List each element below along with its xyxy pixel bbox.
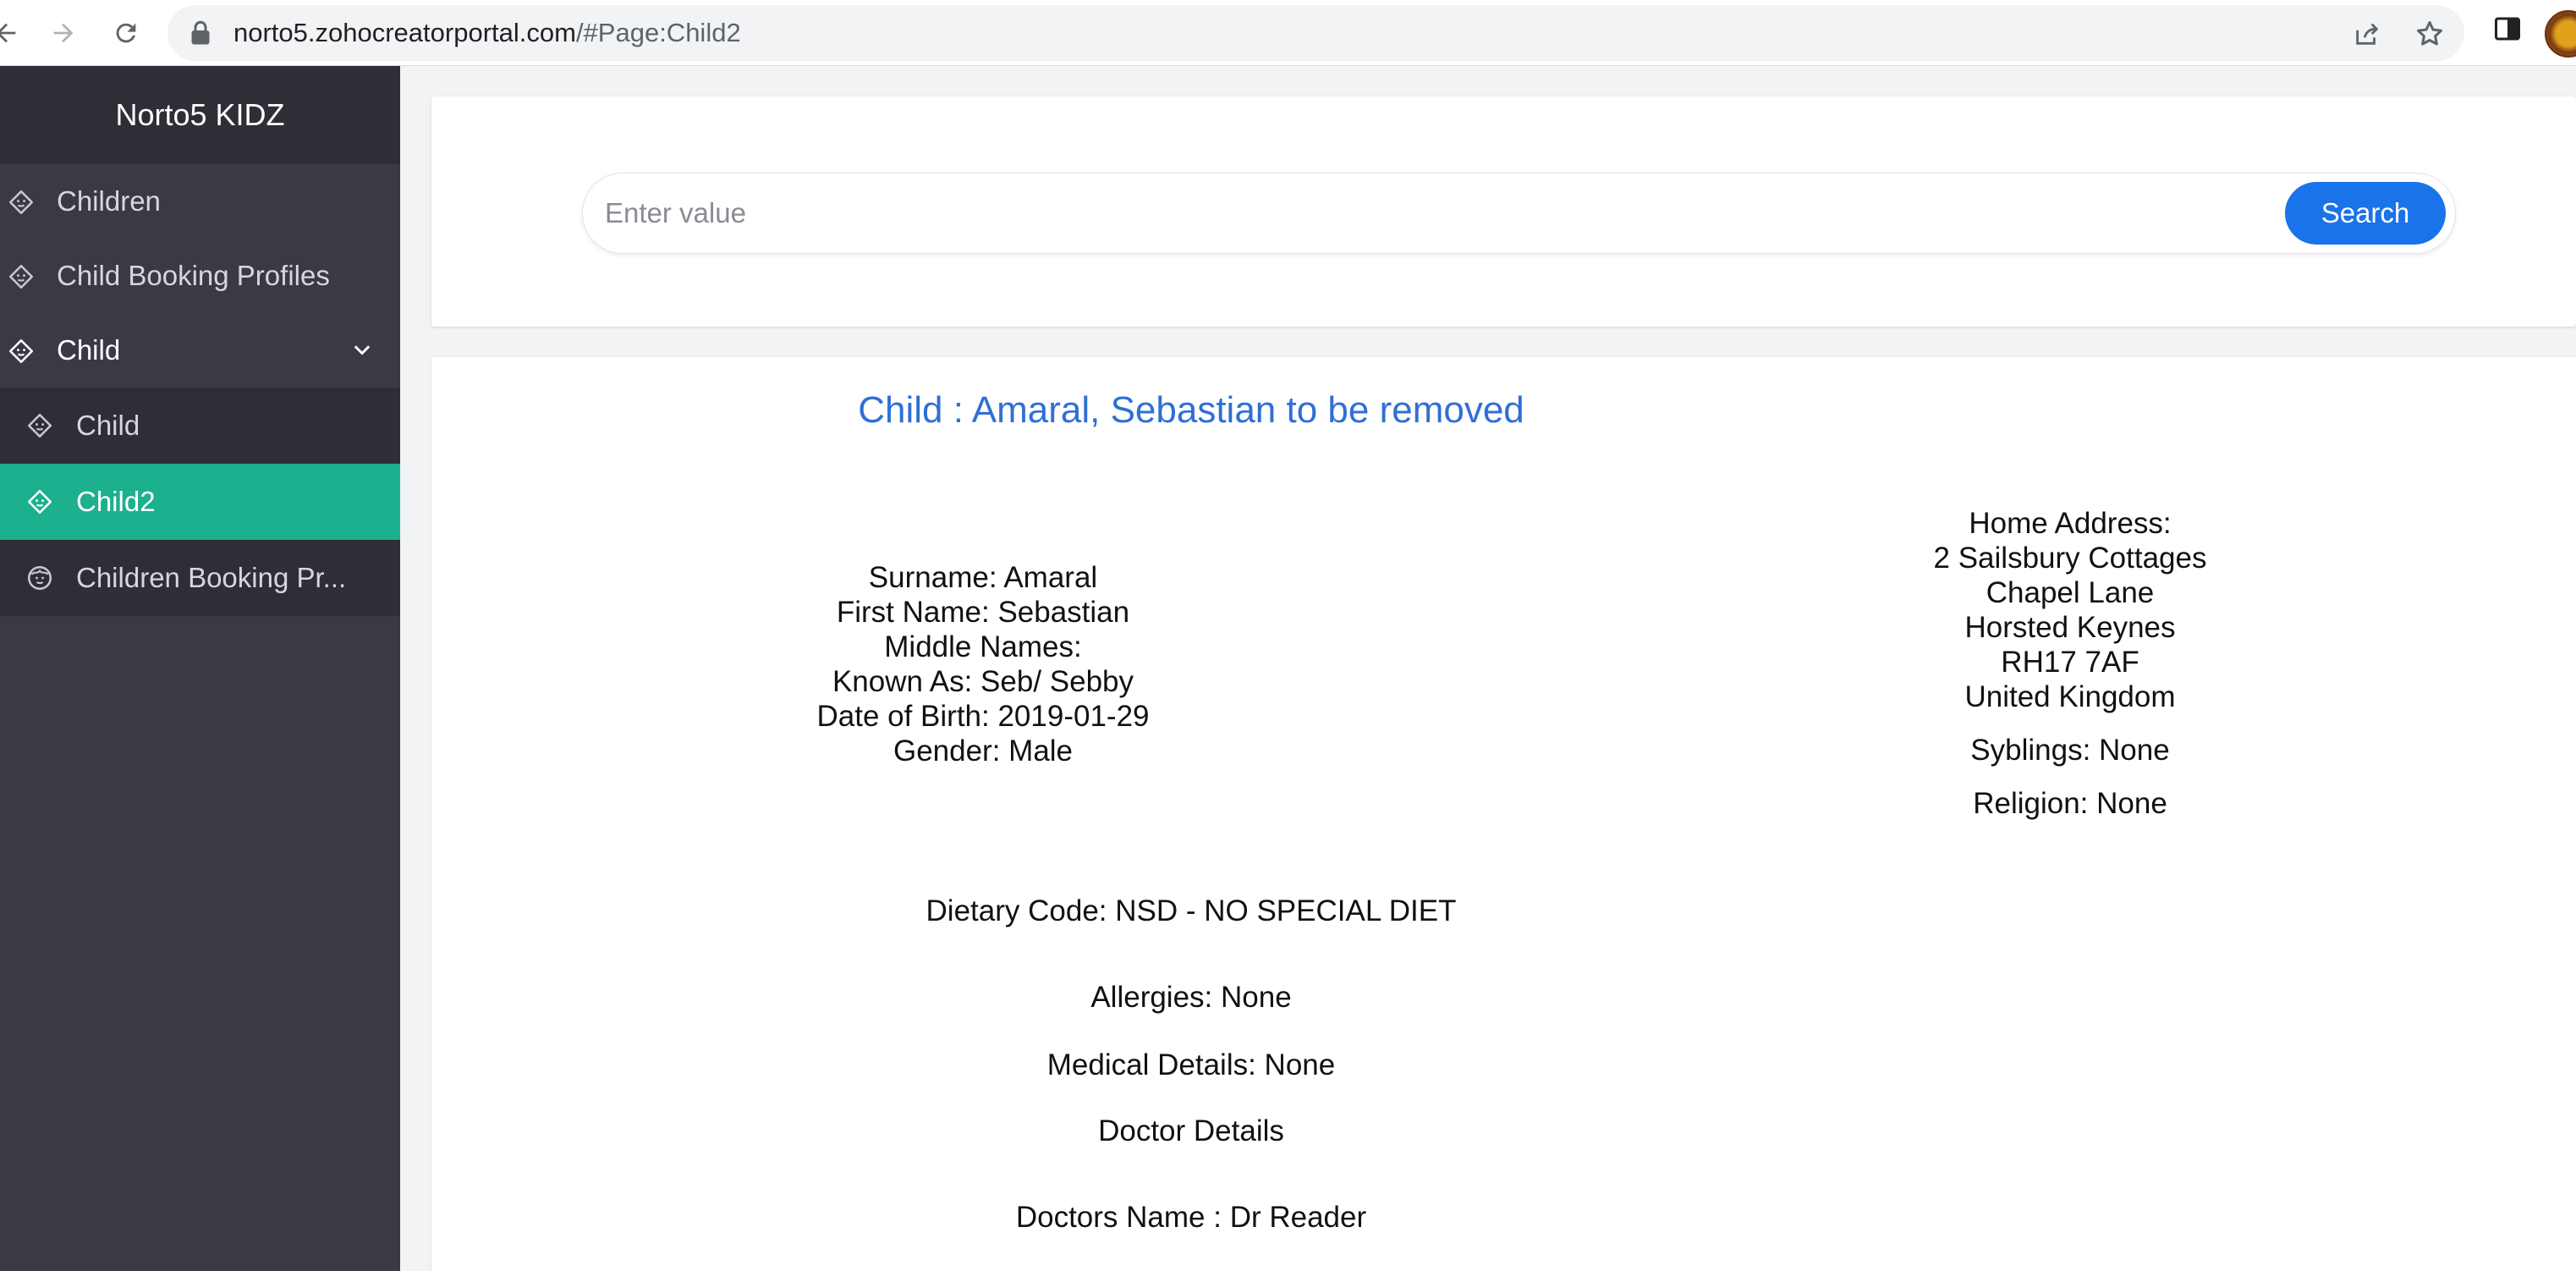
child-face-icon — [8, 338, 34, 364]
home-address-label: Home Address: — [1969, 507, 2172, 540]
search-input[interactable] — [605, 189, 2263, 238]
address-line: Chapel Lane — [1986, 576, 2155, 609]
address-line: Horsted Keynes — [1964, 611, 2176, 644]
url-text: norto5.zohocreatorportal.com/#Page:Child… — [233, 18, 741, 47]
middle-names-text: Middle Names: — [884, 630, 1082, 663]
child-face-icon — [8, 190, 34, 215]
medical-details-text: Medical Details: None — [1046, 1048, 1336, 1081]
forward-icon[interactable] — [42, 12, 85, 54]
sidebar-subitem-child[interactable]: Child — [0, 388, 400, 464]
chevron-down-icon — [354, 345, 371, 355]
first-name-text: First Name: Sebastian — [836, 596, 1130, 629]
bookmark-star-icon[interactable] — [2413, 17, 2447, 51]
doctor-details-heading: Doctor Details — [1098, 1114, 1284, 1147]
address-line: 2 Sailsbury Cottages — [1933, 542, 2207, 575]
sidebar-item-child-booking-profiles[interactable]: Child Booking Profiles — [0, 239, 400, 313]
sidebar-subgroup: Child Child2 Children Booking Pr... — [0, 388, 400, 616]
sidebar-item-child-group[interactable]: Child — [0, 313, 400, 388]
sidebar-item-children[interactable]: Children — [0, 164, 400, 239]
address-line: United Kingdom — [1964, 680, 2176, 713]
sidebar-subitem-child2[interactable]: Child2 — [0, 464, 400, 540]
share-icon[interactable] — [2350, 17, 2384, 51]
back-icon[interactable] — [0, 12, 27, 54]
sidebar-item-label: Child Booking Profiles — [57, 260, 330, 291]
gender-text: Gender: Male — [893, 735, 1074, 768]
doctor-name-text: Doctors Name : Dr Reader — [1015, 1201, 1367, 1234]
child-face-icon — [27, 489, 52, 514]
child-detail-panel: Child : Amaral, Sebastian to be removed … — [431, 357, 2576, 1271]
address-bar[interactable]: norto5.zohocreatorportal.com/#Page:Child… — [168, 5, 2464, 61]
sidebar: Norto5 KIDZ Children Child Booking Profi… — [0, 66, 400, 1271]
side-panel-icon[interactable] — [2492, 14, 2523, 48]
child-face-icon — [27, 413, 52, 438]
lock-icon — [189, 20, 211, 50]
known-as-text: Known As: Seb/ Sebby — [832, 665, 1134, 698]
smiley-face-icon — [27, 565, 52, 591]
app-brand: Norto5 KIDZ — [0, 66, 400, 164]
sidebar-item-label: Children Booking Pr... — [76, 562, 347, 593]
sidebar-item-label: Children — [57, 185, 161, 217]
search-button[interactable]: Search — [2285, 182, 2446, 245]
search-panel: Search — [431, 96, 2576, 327]
browser-toolbar: norto5.zohocreatorportal.com/#Page:Child… — [0, 0, 2576, 66]
sidebar-item-label: Child — [76, 410, 140, 441]
record-title: Child : Amaral, Sebastian to be removed — [858, 389, 1524, 431]
personal-details: Surname: Amaral First Name: Sebastian Mi… — [729, 560, 1237, 768]
siblings-text: Syblings: None — [1970, 734, 2170, 767]
address-details: Home Address: 2 Sailsbury Cottages Chape… — [1808, 506, 2332, 821]
profile-avatar[interactable] — [2545, 10, 2576, 58]
surname-text: Surname: Amaral — [868, 561, 1098, 594]
sidebar-subitem-children-booking-profiles[interactable]: Children Booking Pr... — [0, 540, 400, 616]
dietary-code-text: Dietary Code: NSD - NO SPECIAL DIET — [925, 894, 1457, 927]
sidebar-item-label: Child2 — [76, 486, 156, 517]
religion-text: Religion: None — [1973, 787, 2167, 820]
reload-icon[interactable] — [105, 12, 147, 54]
allergies-text: Allergies: None — [1090, 981, 1292, 1014]
date-of-birth-text: Date of Birth: 2019-01-29 — [816, 700, 1150, 733]
search-box: Search — [582, 173, 2456, 254]
address-line: RH17 7AF — [2001, 646, 2139, 679]
sidebar-item-label: Child — [57, 334, 121, 366]
child-face-icon — [8, 264, 34, 289]
